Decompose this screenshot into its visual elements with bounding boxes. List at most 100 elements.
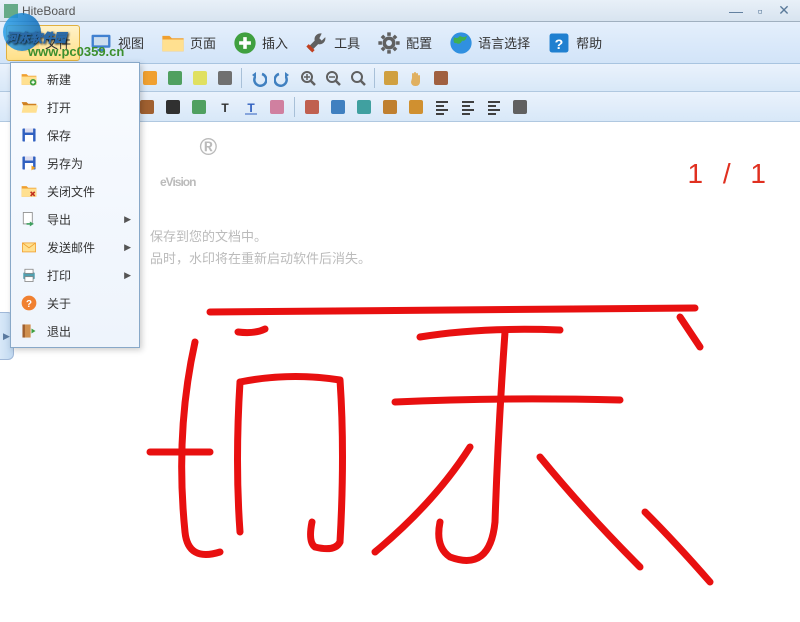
submenu-arrow-icon: ▶ — [124, 242, 131, 253]
trash-icon — [432, 69, 450, 87]
toolbar-zoom-out-button[interactable] — [322, 67, 344, 89]
file-menu-saveas-label: 另存为 — [47, 155, 131, 172]
file-menu-save[interactable]: 保存 — [13, 121, 137, 149]
align-c-icon — [459, 98, 477, 116]
color-a-icon — [407, 98, 425, 116]
folder-icon — [15, 30, 41, 56]
plus-icon — [232, 30, 258, 56]
menu-lang[interactable]: 语言选择 — [440, 26, 538, 60]
file-menu-about[interactable]: ?关于 — [13, 289, 137, 317]
tool-color-a-button[interactable] — [405, 96, 427, 118]
disk-as-icon — [19, 153, 39, 173]
file-menu-close-label: 关闭文件 — [47, 183, 131, 200]
menu-config[interactable]: 配置 — [368, 26, 440, 60]
file-menu-exit[interactable]: 退出 — [13, 317, 137, 345]
shape-icon — [355, 98, 373, 116]
tool-palette-button[interactable] — [301, 96, 323, 118]
menu-tools-label: 工具 — [334, 33, 360, 52]
toolbar-zoom-reset-button[interactable] — [347, 67, 369, 89]
tool-eraser-button[interactable] — [266, 96, 288, 118]
toolbar-redo-button[interactable] — [272, 67, 294, 89]
svg-text:?: ? — [26, 299, 32, 310]
close-button[interactable]: ✕ — [772, 3, 796, 19]
file-menu-print[interactable]: 打印▶ — [13, 261, 137, 289]
file-menu-save-label: 保存 — [47, 127, 131, 144]
toolbar-zoom-in-button[interactable] — [297, 67, 319, 89]
img-icon — [166, 69, 184, 87]
stamp-icon — [138, 98, 156, 116]
tool-align-r-button[interactable] — [483, 96, 505, 118]
menu-lang-label: 语言选择 — [478, 33, 530, 52]
texture-icon — [381, 98, 399, 116]
svg-text:T: T — [247, 101, 255, 115]
color-fill-icon — [329, 98, 347, 116]
watermark-brand: eVision® — [160, 134, 216, 199]
toolbar-undo-button[interactable] — [247, 67, 269, 89]
file-menu-new[interactable]: 新建 — [13, 65, 137, 93]
tool-clapper-button[interactable] — [162, 96, 184, 118]
toolbar-page-b-button[interactable] — [189, 67, 211, 89]
globe-icon — [448, 30, 474, 56]
help-icon: ? — [19, 293, 39, 313]
menu-insert-label: 插入 — [262, 33, 288, 52]
file-menu-export-label: 导出 — [47, 211, 124, 228]
folder-open-icon — [19, 97, 39, 117]
app-icon — [4, 4, 18, 18]
toolbar-page-cfg-button[interactable] — [139, 67, 161, 89]
tool-align-l-button[interactable] — [431, 96, 453, 118]
page-icon — [160, 30, 186, 56]
file-menu-sendmail[interactable]: 发送邮件▶ — [13, 233, 137, 261]
toolbar-trash-button[interactable] — [430, 67, 452, 89]
file-menu-export[interactable]: 导出▶ — [13, 205, 137, 233]
palette-icon — [303, 98, 321, 116]
text-icon: T — [216, 98, 234, 116]
disk-icon — [19, 125, 39, 145]
file-menu-open[interactable]: 打开 — [13, 93, 137, 121]
exit-icon — [19, 321, 39, 341]
file-menu-saveas[interactable]: 另存为 — [13, 149, 137, 177]
menu-view[interactable]: 视图 — [80, 26, 152, 60]
menu-view-label: 视图 — [118, 33, 144, 52]
submenu-arrow-icon: ▶ — [124, 214, 131, 225]
printer-icon — [19, 265, 39, 285]
file-menu-sendmail-label: 发送邮件 — [47, 239, 124, 256]
menu-tools[interactable]: 工具 — [296, 26, 368, 60]
menu-help-label: 帮助 — [576, 33, 602, 52]
file-menu-dropdown: 新建打开保存另存为关闭文件导出▶发送邮件▶打印▶?关于退出 — [10, 62, 140, 348]
question-icon: ? — [546, 30, 572, 56]
tool-align-c-button[interactable] — [457, 96, 479, 118]
maximize-button[interactable]: ▫ — [748, 3, 772, 19]
menu-help[interactable]: ? 帮助 — [538, 26, 610, 60]
menu-file[interactable]: 文件 — [6, 25, 80, 61]
titlebar: HiteBoard — ▫ ✕ — [0, 0, 800, 22]
toolbar-img-button[interactable] — [164, 67, 186, 89]
tool-texta-button[interactable]: T — [240, 96, 262, 118]
menu-config-label: 配置 — [406, 33, 432, 52]
svg-text:?: ? — [555, 36, 564, 52]
tool-camera-button[interactable] — [509, 96, 531, 118]
menu-file-label: 文件 — [45, 33, 71, 52]
toolbar-select-button[interactable] — [380, 67, 402, 89]
tool-shape-button[interactable] — [353, 96, 375, 118]
folder-new-icon — [19, 69, 39, 89]
eraser-icon — [268, 98, 286, 116]
tool-color-fill-button[interactable] — [327, 96, 349, 118]
toolbar-hand-button[interactable] — [405, 67, 427, 89]
tool-text-button[interactable]: T — [214, 96, 236, 118]
watermark-line1: 保存到您的文档中。 — [150, 226, 267, 245]
align-l-icon — [433, 98, 451, 116]
file-menu-print-label: 打印 — [47, 267, 124, 284]
export-icon — [19, 209, 39, 229]
folder-close-icon — [19, 181, 39, 201]
file-menu-open-label: 打开 — [47, 99, 131, 116]
zoom-out-icon — [324, 69, 342, 87]
tool-picture-button[interactable] — [188, 96, 210, 118]
minimize-button[interactable]: — — [724, 3, 748, 19]
toolbar-cam-button[interactable] — [214, 67, 236, 89]
file-menu-close[interactable]: 关闭文件 — [13, 177, 137, 205]
window-title: HiteBoard — [22, 4, 724, 18]
menubar: 文件 视图页面 插入 工具 配置 语言选择? 帮助 — [0, 22, 800, 64]
menu-page[interactable]: 页面 — [152, 26, 224, 60]
tool-texture-button[interactable] — [379, 96, 401, 118]
menu-insert[interactable]: 插入 — [224, 26, 296, 60]
